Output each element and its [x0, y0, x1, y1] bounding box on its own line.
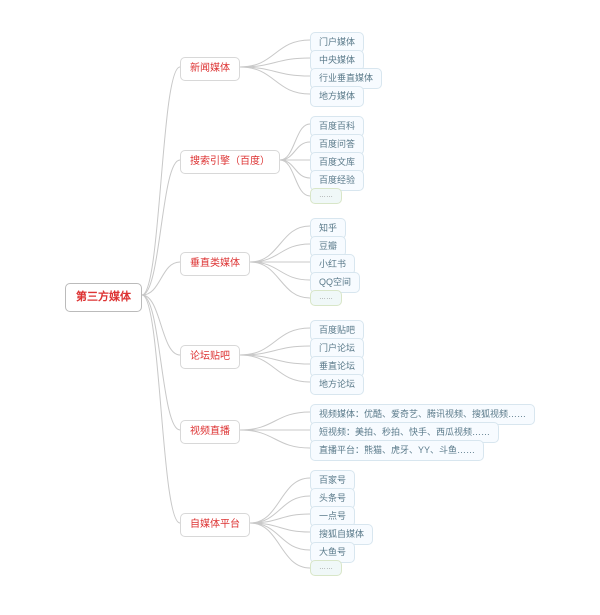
leaf-node: …… [310, 560, 342, 576]
leaf-node: 地方媒体 [310, 86, 364, 107]
leaf-node: 直播平台：熊猫、虎牙、YY、斗鱼…… [310, 440, 484, 461]
leaf-node: 地方论坛 [310, 374, 364, 395]
branch-node: 搜索引擎（百度） [180, 150, 280, 174]
branch-node: 自媒体平台 [180, 513, 250, 537]
branch-node: 论坛贴吧 [180, 345, 240, 369]
leaf-node: …… [310, 290, 342, 306]
branch-node: 垂直类媒体 [180, 252, 250, 276]
root-node: 第三方媒体 [65, 283, 142, 312]
branch-node: 新闻媒体 [180, 57, 240, 81]
leaf-node: …… [310, 188, 342, 204]
branch-node: 视频直播 [180, 420, 240, 444]
